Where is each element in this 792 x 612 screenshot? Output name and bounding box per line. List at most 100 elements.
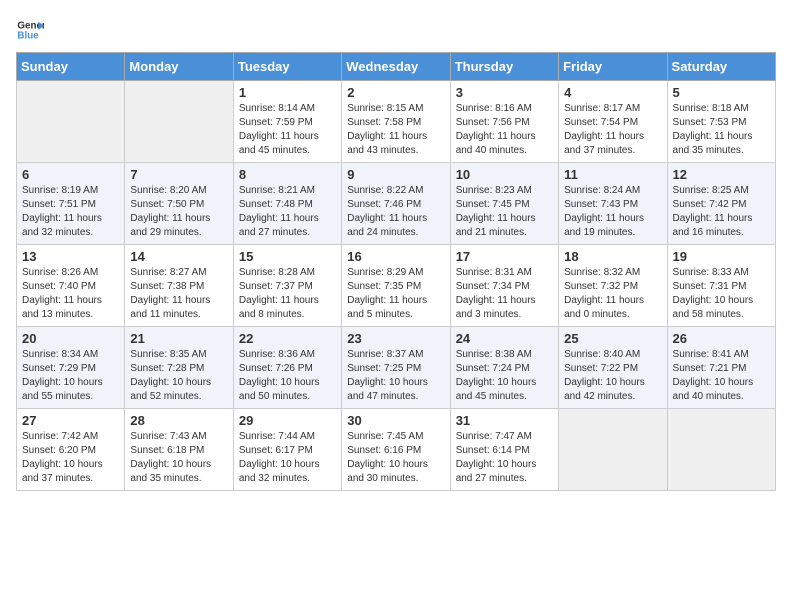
col-header-thursday: Thursday (450, 53, 558, 81)
calendar-cell: 5Sunrise: 8:18 AM Sunset: 7:53 PM Daylig… (667, 81, 775, 163)
day-number: 4 (564, 85, 661, 100)
calendar-cell: 16 Sunrise: 8:29 AM Sunset: 7:35 PM Dayli… (342, 245, 450, 327)
day-info: Sunrise: 8:27 AM Sunset: 7:38 PM Dayligh… (130, 266, 227, 322)
day-info: Sunrise: 8:37 AM Sunset: 7:25 PM Dayligh… (347, 348, 444, 404)
day-info: Sunrise: 8:18 AM Sunset: 7:53 PM Dayligh… (673, 102, 770, 158)
day-info: Sunrise: 8:17 AM Sunset: 7:54 PM Dayligh… (564, 102, 661, 158)
day-number: 22 (239, 331, 336, 346)
day-number: 6 (22, 167, 119, 182)
calendar-cell: 11 Sunrise: 8:24 AM Sunset: 7:43 PM Dayli… (559, 163, 667, 245)
day-number: 31 (456, 413, 553, 428)
calendar-cell: 29 Sunrise: 7:44 AM Sunset: 6:17 PM Dayli… (233, 409, 341, 491)
day-number: 11 (564, 167, 661, 182)
calendar-cell: 19 Sunrise: 8:33 AM Sunset: 7:31 PM Dayli… (667, 245, 775, 327)
calendar-cell: 27 Sunrise: 7:42 AM Sunset: 6:20 PM Dayli… (17, 409, 125, 491)
day-number: 24 (456, 331, 553, 346)
day-number: 21 (130, 331, 227, 346)
calendar-cell: 28 Sunrise: 7:43 AM Sunset: 6:18 PM Dayli… (125, 409, 233, 491)
col-header-wednesday: Wednesday (342, 53, 450, 81)
calendar-cell (667, 409, 775, 491)
calendar-cell: 20 Sunrise: 8:34 AM Sunset: 7:29 PM Dayli… (17, 327, 125, 409)
col-header-monday: Monday (125, 53, 233, 81)
day-number: 1 (239, 85, 336, 100)
col-header-sunday: Sunday (17, 53, 125, 81)
day-info: Sunrise: 8:20 AM Sunset: 7:50 PM Dayligh… (130, 184, 227, 240)
day-number: 10 (456, 167, 553, 182)
logo-icon: General Blue (16, 16, 44, 44)
day-info: Sunrise: 8:33 AM Sunset: 7:31 PM Dayligh… (673, 266, 770, 322)
calendar-cell: 22 Sunrise: 8:36 AM Sunset: 7:26 PM Dayli… (233, 327, 341, 409)
day-number: 29 (239, 413, 336, 428)
day-number: 28 (130, 413, 227, 428)
col-header-tuesday: Tuesday (233, 53, 341, 81)
day-info: Sunrise: 8:34 AM Sunset: 7:29 PM Dayligh… (22, 348, 119, 404)
day-info: Sunrise: 8:35 AM Sunset: 7:28 PM Dayligh… (130, 348, 227, 404)
calendar-cell: 13Sunrise: 8:26 AM Sunset: 7:40 PM Dayli… (17, 245, 125, 327)
calendar-cell: 6 Sunrise: 8:19 AM Sunset: 7:51 PM Daylig… (17, 163, 125, 245)
day-info: Sunrise: 8:22 AM Sunset: 7:46 PM Dayligh… (347, 184, 444, 240)
day-number: 26 (673, 331, 770, 346)
day-number: 16 (347, 249, 444, 264)
calendar-cell: 1 Sunrise: 8:14 AM Sunset: 7:59 PM Daylig… (233, 81, 341, 163)
calendar-cell (559, 409, 667, 491)
day-info: Sunrise: 8:15 AM Sunset: 7:58 PM Dayligh… (347, 102, 444, 158)
day-number: 19 (673, 249, 770, 264)
day-info: Sunrise: 7:45 AM Sunset: 6:16 PM Dayligh… (347, 430, 444, 486)
day-info: Sunrise: 8:40 AM Sunset: 7:22 PM Dayligh… (564, 348, 661, 404)
day-number: 8 (239, 167, 336, 182)
day-info: Sunrise: 8:38 AM Sunset: 7:24 PM Dayligh… (456, 348, 553, 404)
calendar-cell: 23Sunrise: 8:37 AM Sunset: 7:25 PM Dayli… (342, 327, 450, 409)
day-number: 18 (564, 249, 661, 264)
calendar-cell: 17 Sunrise: 8:31 AM Sunset: 7:34 PM Dayli… (450, 245, 558, 327)
col-header-friday: Friday (559, 53, 667, 81)
day-number: 3 (456, 85, 553, 100)
day-info: Sunrise: 8:32 AM Sunset: 7:32 PM Dayligh… (564, 266, 661, 322)
day-number: 7 (130, 167, 227, 182)
day-info: Sunrise: 8:36 AM Sunset: 7:26 PM Dayligh… (239, 348, 336, 404)
day-number: 12 (673, 167, 770, 182)
page-header: General Blue (16, 16, 776, 44)
calendar-cell: 8 Sunrise: 8:21 AM Sunset: 7:48 PM Daylig… (233, 163, 341, 245)
logo: General Blue (16, 16, 48, 44)
day-info: Sunrise: 8:25 AM Sunset: 7:42 PM Dayligh… (673, 184, 770, 240)
day-info: Sunrise: 7:47 AM Sunset: 6:14 PM Dayligh… (456, 430, 553, 486)
calendar-cell: 18 Sunrise: 8:32 AM Sunset: 7:32 PM Dayli… (559, 245, 667, 327)
calendar-table: SundayMondayTuesdayWednesdayThursdayFrid… (16, 52, 776, 491)
svg-text:Blue: Blue (17, 30, 39, 41)
day-info: Sunrise: 8:26 AM Sunset: 7:40 PM Dayligh… (22, 266, 119, 322)
day-info: Sunrise: 8:14 AM Sunset: 7:59 PM Dayligh… (239, 102, 336, 158)
calendar-cell: 2Sunrise: 8:15 AM Sunset: 7:58 PM Daylig… (342, 81, 450, 163)
day-number: 14 (130, 249, 227, 264)
day-number: 17 (456, 249, 553, 264)
day-number: 25 (564, 331, 661, 346)
calendar-cell: 30Sunrise: 7:45 AM Sunset: 6:16 PM Dayli… (342, 409, 450, 491)
day-info: Sunrise: 8:19 AM Sunset: 7:51 PM Dayligh… (22, 184, 119, 240)
day-number: 20 (22, 331, 119, 346)
day-info: Sunrise: 8:23 AM Sunset: 7:45 PM Dayligh… (456, 184, 553, 240)
calendar-cell: 7 Sunrise: 8:20 AM Sunset: 7:50 PM Daylig… (125, 163, 233, 245)
day-info: Sunrise: 8:28 AM Sunset: 7:37 PM Dayligh… (239, 266, 336, 322)
day-info: Sunrise: 8:24 AM Sunset: 7:43 PM Dayligh… (564, 184, 661, 240)
calendar-cell (17, 81, 125, 163)
calendar-cell: 31 Sunrise: 7:47 AM Sunset: 6:14 PM Dayli… (450, 409, 558, 491)
calendar-cell: 24 Sunrise: 8:38 AM Sunset: 7:24 PM Dayli… (450, 327, 558, 409)
calendar-cell: 9Sunrise: 8:22 AM Sunset: 7:46 PM Daylig… (342, 163, 450, 245)
day-info: Sunrise: 7:43 AM Sunset: 6:18 PM Dayligh… (130, 430, 227, 486)
calendar-cell (125, 81, 233, 163)
calendar-cell: 26 Sunrise: 8:41 AM Sunset: 7:21 PM Dayli… (667, 327, 775, 409)
day-info: Sunrise: 7:42 AM Sunset: 6:20 PM Dayligh… (22, 430, 119, 486)
day-info: Sunrise: 8:41 AM Sunset: 7:21 PM Dayligh… (673, 348, 770, 404)
col-header-saturday: Saturday (667, 53, 775, 81)
calendar-cell: 14 Sunrise: 8:27 AM Sunset: 7:38 PM Dayli… (125, 245, 233, 327)
day-info: Sunrise: 8:21 AM Sunset: 7:48 PM Dayligh… (239, 184, 336, 240)
day-info: Sunrise: 7:44 AM Sunset: 6:17 PM Dayligh… (239, 430, 336, 486)
calendar-cell: 12 Sunrise: 8:25 AM Sunset: 7:42 PM Dayli… (667, 163, 775, 245)
day-info: Sunrise: 8:31 AM Sunset: 7:34 PM Dayligh… (456, 266, 553, 322)
calendar-cell: 10 Sunrise: 8:23 AM Sunset: 7:45 PM Dayli… (450, 163, 558, 245)
calendar-cell: 3 Sunrise: 8:16 AM Sunset: 7:56 PM Daylig… (450, 81, 558, 163)
day-info: Sunrise: 8:16 AM Sunset: 7:56 PM Dayligh… (456, 102, 553, 158)
day-number: 15 (239, 249, 336, 264)
calendar-cell: 4 Sunrise: 8:17 AM Sunset: 7:54 PM Daylig… (559, 81, 667, 163)
day-number: 27 (22, 413, 119, 428)
day-info: Sunrise: 8:29 AM Sunset: 7:35 PM Dayligh… (347, 266, 444, 322)
